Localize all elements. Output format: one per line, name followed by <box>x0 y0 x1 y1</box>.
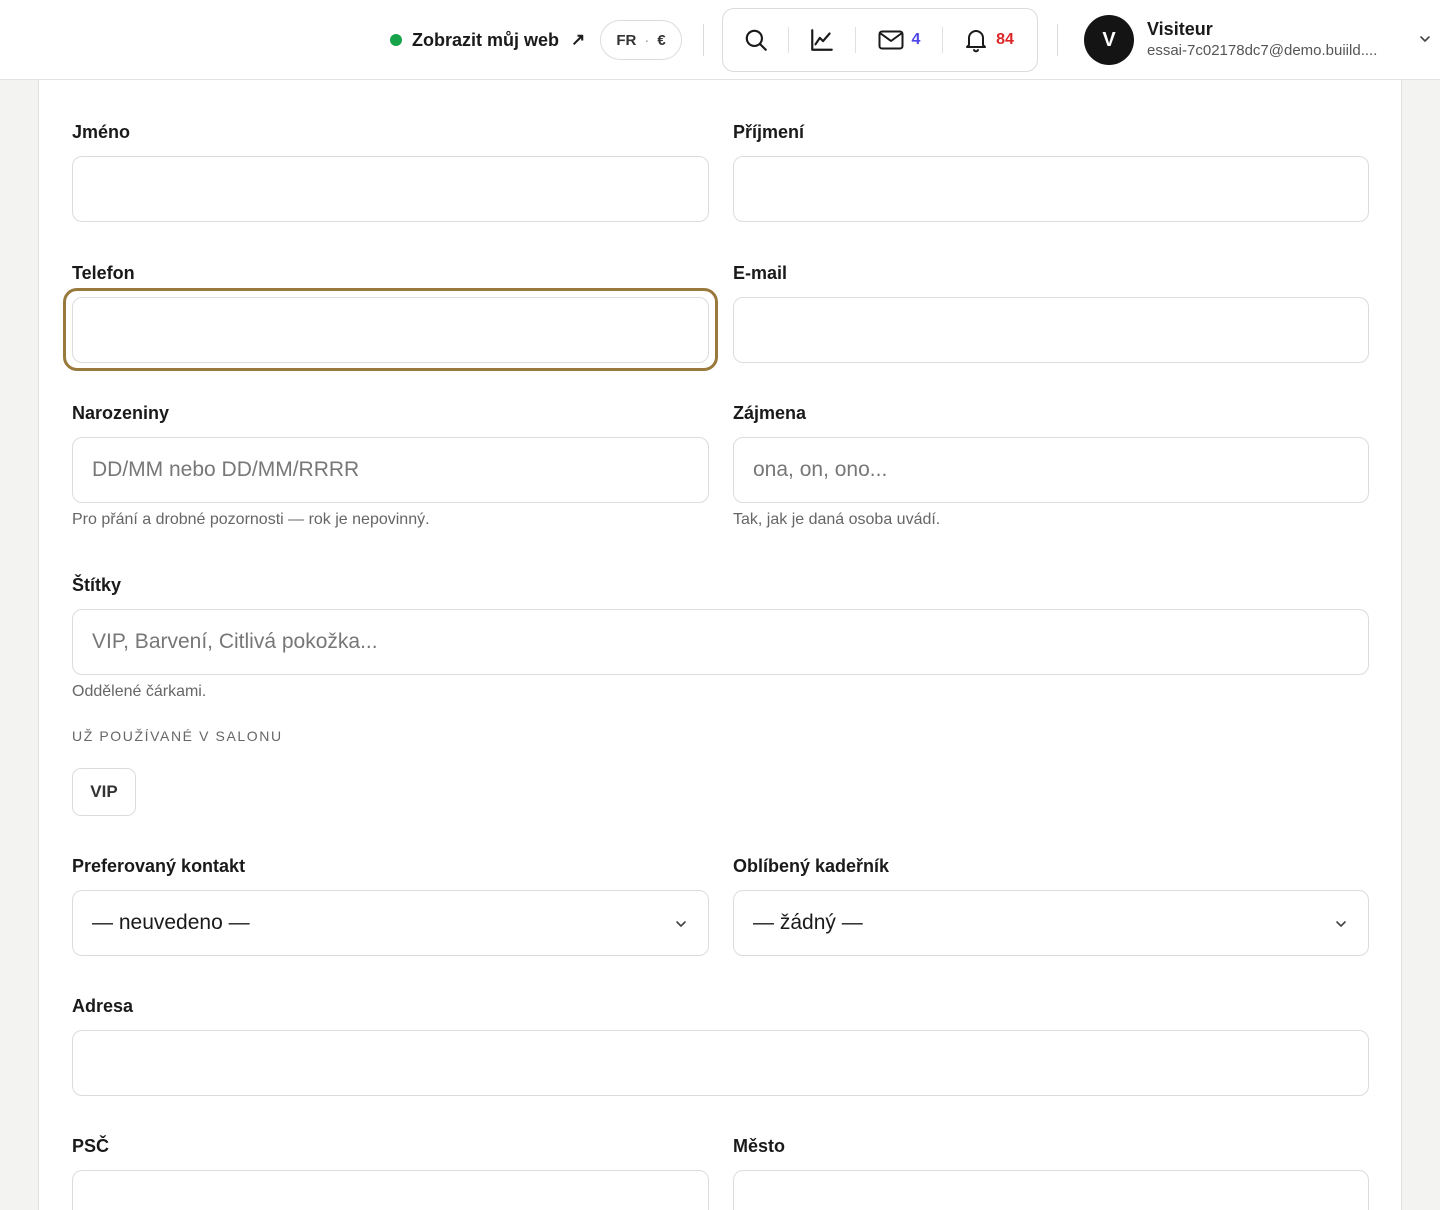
tags-label: Štítky <box>72 575 122 595</box>
view-my-website-label: Zobrazit můj web <box>412 29 560 50</box>
chevron-down-icon <box>1336 921 1346 927</box>
favorite-stylist-select[interactable]: — žádný — <box>733 890 1369 956</box>
last-name-input[interactable] <box>733 156 1369 222</box>
pronouns-input[interactable] <box>733 437 1369 503</box>
last-name-label: Příjmení <box>733 122 805 142</box>
header-icon-group: 4 84 <box>722 8 1038 72</box>
zip-label: PSČ <box>72 1136 110 1156</box>
bell-icon <box>966 30 987 53</box>
used-tags-title: UŽ POUŽÍVANÉ V SALONU <box>72 728 283 744</box>
city-label: Město <box>733 1136 786 1156</box>
address-input[interactable] <box>72 1030 1369 1096</box>
statistics-button[interactable] <box>789 9 855 71</box>
favorite-stylist-label: Oblíbený kadeřník <box>733 856 890 876</box>
phone-label: Telefon <box>72 263 135 283</box>
search-icon <box>745 29 767 51</box>
language-code: FR <box>616 31 637 49</box>
tags-hint: Oddělené čárkami. <box>72 683 207 700</box>
notifications-count: 84 <box>996 31 1014 48</box>
first-name-input[interactable] <box>72 156 709 222</box>
client-form-card: Jméno Příjmení Telefon E-mail Narozeniny… <box>38 80 1402 1210</box>
top-bar: Zobrazit můj web ↗ FR · € 4 84 V Visiteu… <box>0 0 1440 80</box>
city-input[interactable] <box>733 1170 1369 1210</box>
search-button[interactable] <box>723 9 788 71</box>
user-email: essai-7c02178dc7@demo.buiild.... <box>1147 42 1378 59</box>
messages-button[interactable]: 4 <box>856 9 942 71</box>
pronouns-label: Zájmena <box>733 403 807 423</box>
unread-messages-count: 4 <box>911 31 921 48</box>
locale-separator: · <box>644 31 650 49</box>
birthday-input[interactable] <box>72 437 709 503</box>
preferred-contact-selected-value: — neuvedeno — <box>92 911 250 934</box>
tags-input[interactable] <box>72 609 1369 675</box>
locale-switcher[interactable]: FR · € <box>600 20 682 60</box>
email-input[interactable] <box>733 297 1369 363</box>
favorite-stylist-selected-value: — žádný — <box>753 911 863 934</box>
address-label: Adresa <box>72 996 134 1016</box>
preferred-contact-label: Preferovaný kontakt <box>72 856 246 876</box>
external-link-arrow-icon: ↗ <box>571 30 586 49</box>
preferred-contact-select[interactable]: — neuvedeno — <box>72 890 709 956</box>
zip-input[interactable] <box>72 1170 709 1210</box>
pronouns-hint: Tak, jak je daná osoba uvádí. <box>733 511 941 528</box>
birthday-hint: Pro přání a drobné pozornosti — rok je n… <box>72 511 430 528</box>
user-name: Visiteur <box>1147 19 1213 39</box>
notifications-button[interactable]: 84 <box>943 9 1035 71</box>
currency-symbol: € <box>657 31 666 49</box>
avatar[interactable]: V <box>1084 15 1134 65</box>
view-my-website-link[interactable]: Zobrazit můj web ↗ <box>390 26 585 54</box>
header-divider <box>1057 24 1058 56</box>
mail-icon <box>878 30 904 50</box>
phone-input[interactable] <box>72 297 709 363</box>
chart-line-icon <box>811 29 833 51</box>
header-divider <box>703 24 704 56</box>
first-name-label: Jméno <box>72 122 131 142</box>
chevron-down-icon[interactable] <box>1418 32 1432 46</box>
chevron-down-icon <box>676 921 686 927</box>
used-tag-chip[interactable]: VIP <box>72 768 136 816</box>
online-status-dot <box>390 34 402 46</box>
email-label: E-mail <box>733 263 788 283</box>
birthday-label: Narozeniny <box>72 403 170 423</box>
